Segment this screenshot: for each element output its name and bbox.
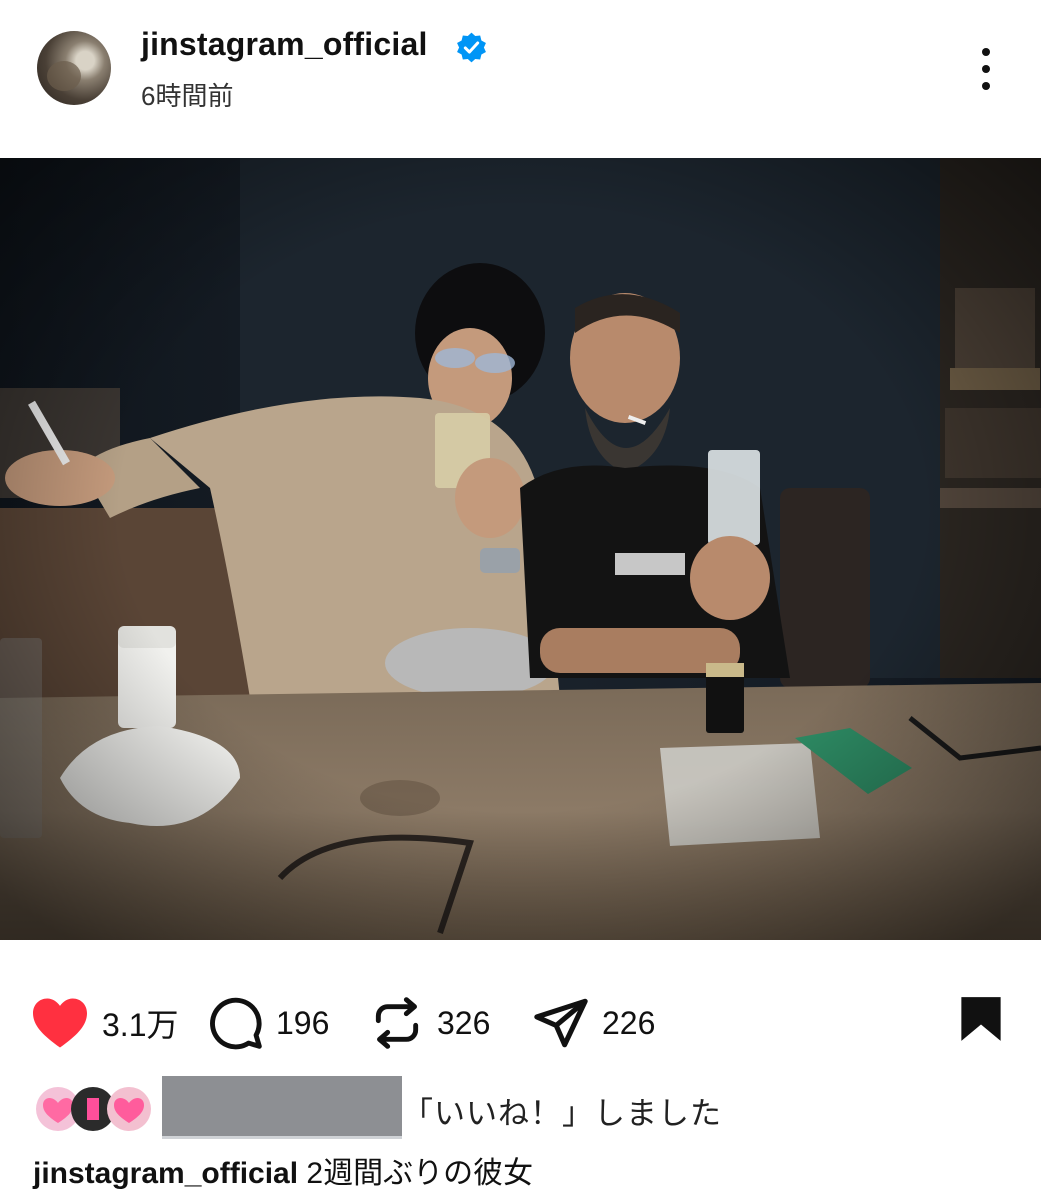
more-options-icon[interactable] <box>972 48 1000 90</box>
post-timestamp: 6時間前 <box>141 81 234 111</box>
liked-by-avatars <box>36 1087 151 1131</box>
caption-username[interactable]: jinstagram_official <box>33 1157 298 1190</box>
comment-count: 196 <box>276 1004 330 1041</box>
photo-illustration <box>0 158 1041 940</box>
like-button[interactable]: 3.1万 <box>30 980 179 1066</box>
post-caption: jinstagram_official 2週間ぶりの彼女 <box>33 1148 533 1192</box>
share-count: 226 <box>602 1004 656 1041</box>
repost-icon <box>375 997 419 1049</box>
repost-count: 326 <box>437 1004 491 1041</box>
comment-icon <box>210 997 262 1050</box>
like-count: 3.1万 <box>102 1007 179 1043</box>
action-bar: 3.1万 196 326 226 <box>0 980 1041 1070</box>
post-photo[interactable] <box>0 158 1041 940</box>
bookmark-icon[interactable] <box>958 995 1004 1043</box>
share-button[interactable]: 226 <box>532 980 655 1066</box>
post-username[interactable]: jinstagram_official <box>141 26 428 63</box>
repost-button[interactable]: 326 <box>369 980 490 1066</box>
redacted-username <box>162 1076 402 1136</box>
profile-avatar[interactable] <box>37 31 111 105</box>
verified-badge-icon <box>457 32 486 63</box>
comment-button[interactable]: 196 <box>208 980 329 1066</box>
caption-text: 2週間ぶりの彼女 <box>306 1157 534 1190</box>
liked-by-text: 「いいね！」しました <box>402 1096 722 1131</box>
heart-icon <box>33 998 87 1048</box>
post-header: jinstagram_official 6時間前 <box>0 0 1041 158</box>
share-icon <box>534 998 588 1048</box>
